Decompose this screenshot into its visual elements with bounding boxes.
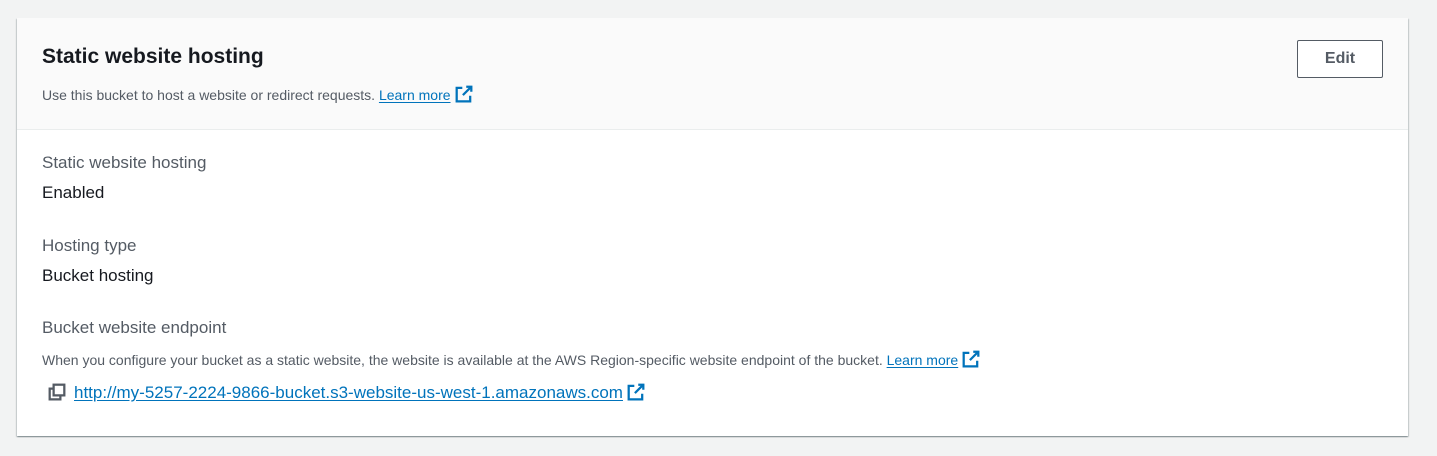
endpoint-label: Bucket website endpoint (42, 318, 227, 337)
endpoint-url-link[interactable]: http://my-5257-2224-9866-bucket.s3-websi… (74, 383, 645, 402)
hosting-value: Enabled (42, 183, 105, 202)
static-website-hosting-panel: Static website hosting Use this bucket t… (17, 18, 1408, 436)
hosting-type-label: Hosting type (42, 236, 137, 255)
learn-more-link[interactable]: Learn more (378, 85, 473, 103)
panel-title: Static website hosting (42, 45, 264, 68)
learn-more-label: Learn more (378, 87, 451, 103)
external-link-icon (627, 383, 645, 401)
endpoint-description: When you configure your bucket as a stat… (42, 350, 980, 369)
panel-description: Use this bucket to host a website or red… (42, 85, 473, 104)
external-link-icon (962, 350, 980, 368)
panel-description-text: Use this bucket to host a website or red… (42, 87, 376, 103)
panel-header: Static website hosting Use this bucket t… (17, 18, 1408, 130)
edit-button[interactable]: Edit (1297, 40, 1383, 78)
hosting-label: Static website hosting (42, 153, 207, 172)
hosting-type-value: Bucket hosting (42, 266, 154, 285)
endpoint-url: http://my-5257-2224-9866-bucket.s3-websi… (74, 383, 623, 402)
copy-icon[interactable] (48, 383, 66, 401)
endpoint-learn-more-label: Learn more (886, 352, 959, 368)
endpoint-row: http://my-5257-2224-9866-bucket.s3-websi… (48, 382, 645, 404)
external-link-icon (455, 85, 472, 103)
endpoint-learn-more-link[interactable]: Learn more (886, 350, 981, 368)
endpoint-description-text: When you configure your bucket as a stat… (42, 352, 883, 368)
